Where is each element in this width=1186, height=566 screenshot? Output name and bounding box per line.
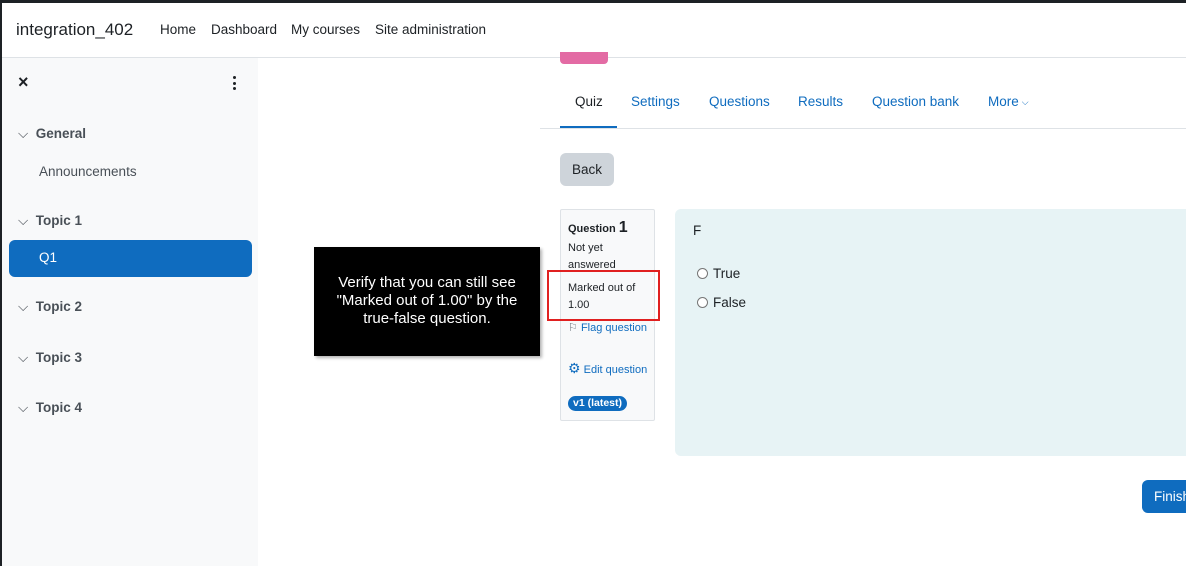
section-topic-4[interactable]: ⌵ Topic 4 xyxy=(18,400,82,416)
chevron-down-icon[interactable]: ⌵ xyxy=(18,400,32,416)
tab-questions[interactable]: Questions xyxy=(709,94,770,109)
answer-option-true[interactable]: True xyxy=(697,266,740,281)
nav-home[interactable]: Home xyxy=(160,22,196,37)
section-topic-2[interactable]: ⌵ Topic 2 xyxy=(18,299,82,315)
flag-question-link[interactable]: ⚐ Flag question xyxy=(568,320,650,336)
top-navbar: integration_402 Home Dashboard My course… xyxy=(2,3,1186,58)
tab-results[interactable]: Results xyxy=(798,94,843,109)
radio-false[interactable] xyxy=(697,297,708,308)
drawer-item-q1[interactable]: Q1 xyxy=(9,240,252,277)
nav-dashboard[interactable]: Dashboard xyxy=(211,22,277,37)
question-number-value: 1 xyxy=(618,219,628,236)
chevron-down-icon[interactable]: ⌵ xyxy=(18,126,32,142)
instruction-text: Verify that you can still see "Marked ou… xyxy=(336,274,518,327)
highlight-box xyxy=(547,270,660,321)
nav-my-courses[interactable]: My courses xyxy=(291,22,360,37)
question-state: Not yet answered xyxy=(568,242,616,271)
section-title: Topic 3 xyxy=(35,350,83,365)
instruction-callout: Verify that you can still see "Marked ou… xyxy=(314,247,540,356)
section-general[interactable]: ⌵ General xyxy=(18,126,86,142)
section-title: Topic 2 xyxy=(35,299,83,314)
site-brand[interactable]: integration_402 xyxy=(16,20,133,40)
edit-question-label: Edit question xyxy=(583,364,648,376)
kebab-icon[interactable] xyxy=(228,76,240,92)
drawer-item-announcements[interactable]: Announcements xyxy=(39,164,137,179)
nav-site-administration[interactable]: Site administration xyxy=(375,22,486,37)
activity-icon-badge xyxy=(560,52,608,64)
question-number: Question 1 xyxy=(568,219,628,237)
question-content: F True False xyxy=(675,209,1186,456)
tab-more-label: More xyxy=(988,94,1019,109)
answer-label: False xyxy=(713,295,747,310)
flag-icon: ⚐ xyxy=(568,322,578,334)
finish-attempt-button[interactable]: Finish xyxy=(1142,480,1186,513)
course-index-drawer: × ⌵ General Announcements ⌵ Topic 1 Q1 ⌵… xyxy=(2,58,258,566)
question-text: F xyxy=(693,223,702,238)
flag-question-label: Flag question xyxy=(580,322,647,334)
tab-quiz[interactable]: Quiz xyxy=(575,94,603,109)
section-title: Topic 1 xyxy=(35,213,83,228)
section-title: Topic 4 xyxy=(35,400,83,415)
answer-label: True xyxy=(713,266,741,281)
tab-settings[interactable]: Settings xyxy=(631,94,680,109)
tab-more[interactable]: More ⌵ xyxy=(988,94,1029,109)
chevron-down-icon[interactable]: ⌵ xyxy=(18,213,32,229)
chevron-down-icon[interactable]: ⌵ xyxy=(18,350,32,366)
chevron-down-icon: ⌵ xyxy=(1021,97,1029,107)
edit-question-link[interactable]: ⚙ Edit question xyxy=(568,360,650,378)
answer-option-false[interactable]: False xyxy=(697,295,746,310)
drawer-item-label: Q1 xyxy=(39,250,58,265)
tabs-divider xyxy=(540,128,1186,129)
question-label: Question xyxy=(568,223,616,235)
section-title: General xyxy=(35,126,87,141)
section-topic-3[interactable]: ⌵ Topic 3 xyxy=(18,350,82,366)
tab-question-bank[interactable]: Question bank xyxy=(872,94,959,109)
version-badge: v1 (latest) xyxy=(568,396,628,411)
chevron-down-icon[interactable]: ⌵ xyxy=(18,299,32,315)
radio-true[interactable] xyxy=(697,268,708,279)
gear-icon: ⚙ xyxy=(568,360,581,376)
back-button[interactable]: Back xyxy=(560,153,614,186)
close-icon[interactable]: × xyxy=(18,72,29,93)
section-topic-1[interactable]: ⌵ Topic 1 xyxy=(18,213,82,229)
